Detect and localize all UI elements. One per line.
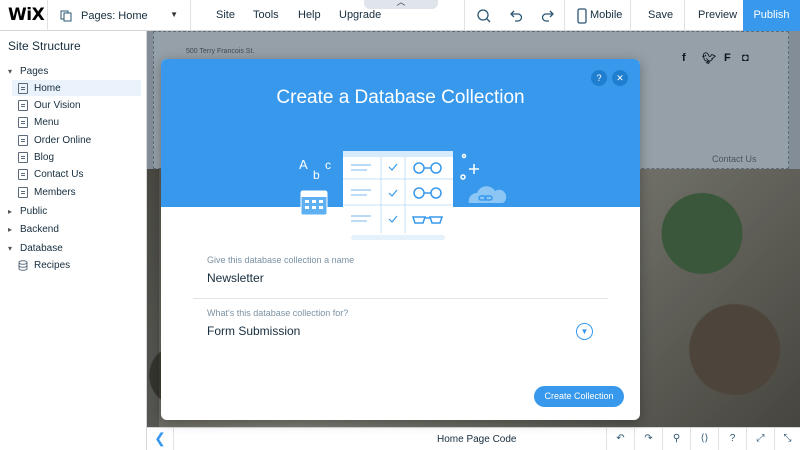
dialog-title: Create a Database Collection [276, 87, 525, 108]
page-icon [18, 99, 28, 111]
collapse-left-icon[interactable]: ❮ [147, 428, 174, 450]
code-panel-bar: ❮ Home Page Code ↶ ↷ ⚲ ⟨⟩ ? ⤢ ⤡ [147, 427, 800, 450]
page-icon [18, 116, 28, 128]
save-button[interactable]: Save [648, 0, 673, 31]
illus-letter-a: A [299, 157, 308, 172]
nav-help[interactable]: Help [298, 0, 321, 31]
sparkle-icon [460, 153, 479, 180]
redo-icon[interactable]: ↷ [634, 428, 662, 450]
divider [684, 0, 685, 31]
illus-letter-b: b [313, 168, 320, 182]
tree-item-members[interactable]: Members [18, 184, 76, 200]
caret-right-icon: ▸ [7, 206, 12, 216]
tree-item-label: Home [34, 82, 61, 94]
purpose-field-label: What's this database collection for? [207, 308, 349, 318]
collection-name-input[interactable]: Newsletter [207, 271, 264, 285]
tree-item-label: Blog [34, 151, 55, 163]
search-icon[interactable]: ⚲ [662, 428, 690, 450]
tree-group-backend[interactable]: ▸ Backend [6, 221, 59, 237]
preview-button[interactable]: Preview [698, 0, 737, 31]
tree-item-label: Menu [34, 116, 60, 128]
page-icon [18, 186, 28, 198]
chevron-down-icon[interactable]: ▼ [576, 323, 593, 340]
tree-item-our-vision[interactable]: Our Vision [18, 97, 81, 113]
collection-purpose-select[interactable]: Form Submission [207, 324, 300, 338]
tree-item-blog[interactable]: Blog [18, 149, 54, 165]
field-divider [193, 298, 608, 299]
pages-dropdown[interactable]: Pages: Home ▼ [47, 0, 191, 31]
tree-group-label: Public [20, 205, 48, 217]
zoom-icon[interactable] [476, 8, 492, 24]
mobile-toggle[interactable]: Mobile [590, 0, 622, 31]
calendar-icon [300, 190, 328, 216]
page-icon [18, 134, 28, 146]
caret-down-icon: ▾ [7, 66, 12, 76]
publish-button[interactable]: Publish [743, 0, 800, 31]
top-bar: WiX Pages: Home ▼ Site Tools Help Upgrad… [0, 0, 800, 31]
undo-icon[interactable]: ↶ [606, 428, 634, 450]
expand-icon[interactable]: ⤢ [746, 428, 774, 450]
database-illustration: A b c [299, 151, 507, 240]
create-collection-dialog: Create a Database Collection ? ✕ A b c G… [161, 59, 640, 420]
tree-item-recipes[interactable]: Recipes [18, 257, 70, 273]
pages-dropdown-label: Pages: Home [81, 9, 148, 22]
create-collection-button[interactable]: Create Collection [534, 386, 624, 407]
chevron-down-icon: ▼ [170, 10, 178, 19]
tree-item-label: Contact Us [34, 168, 84, 180]
tree-item-label: Members [34, 186, 76, 198]
tree-item-label: Order Online [34, 134, 92, 146]
wix-logo: WiX [8, 5, 45, 25]
fullscreen-icon[interactable]: ⤡ [774, 428, 800, 450]
tree-item-order-online[interactable]: Order Online [18, 132, 91, 148]
tree-group-pages[interactable]: ▾ Pages [6, 63, 48, 79]
illus-letter-c: c [325, 158, 331, 172]
mobile-icon[interactable] [574, 8, 590, 24]
caret-down-icon: ▾ [7, 243, 12, 253]
code-icon[interactable]: ⟨⟩ [690, 428, 718, 450]
nav-site[interactable]: Site [216, 0, 235, 31]
code-panel-title: Home Page Code [437, 434, 517, 445]
help-button[interactable]: ? [591, 70, 607, 86]
tree-group-label: Backend [20, 223, 59, 235]
nav-tools[interactable]: Tools [253, 0, 279, 31]
divider [630, 0, 631, 31]
table-graphic [343, 151, 453, 240]
tree-group-public[interactable]: ▸ Public [6, 203, 47, 219]
caret-right-icon: ▸ [7, 224, 12, 234]
divider [464, 0, 465, 31]
collapse-topbar-button[interactable]: ︿ [364, 0, 438, 9]
redo-icon[interactable] [540, 8, 556, 24]
tree-item-home[interactable]: Home [12, 80, 141, 96]
page-icon [18, 168, 28, 180]
close-button[interactable]: ✕ [612, 70, 628, 86]
tree-item-menu[interactable]: Menu [18, 114, 59, 130]
divider [564, 0, 565, 31]
panel-title: Site Structure [8, 39, 81, 53]
tree-group-label: Pages [20, 65, 49, 77]
tree-item-label: Recipes [34, 259, 71, 271]
tree-item-contact-us[interactable]: Contact Us [18, 166, 83, 182]
help-icon[interactable]: ? [718, 428, 746, 450]
tree-group-label: Database [20, 242, 63, 254]
page-icon [18, 151, 28, 163]
tree-group-database[interactable]: ▾ Database [6, 240, 63, 256]
name-field-label: Give this database collection a name [207, 255, 355, 265]
site-structure-panel: Site Structure ▾ Pages Home Our Vision M… [0, 31, 147, 450]
database-icon [18, 259, 28, 271]
page-icon [18, 82, 28, 94]
tree-item-label: Our Vision [34, 99, 81, 111]
pages-icon [60, 10, 72, 21]
undo-icon[interactable] [508, 8, 524, 24]
cloud-link-icon [468, 186, 507, 203]
